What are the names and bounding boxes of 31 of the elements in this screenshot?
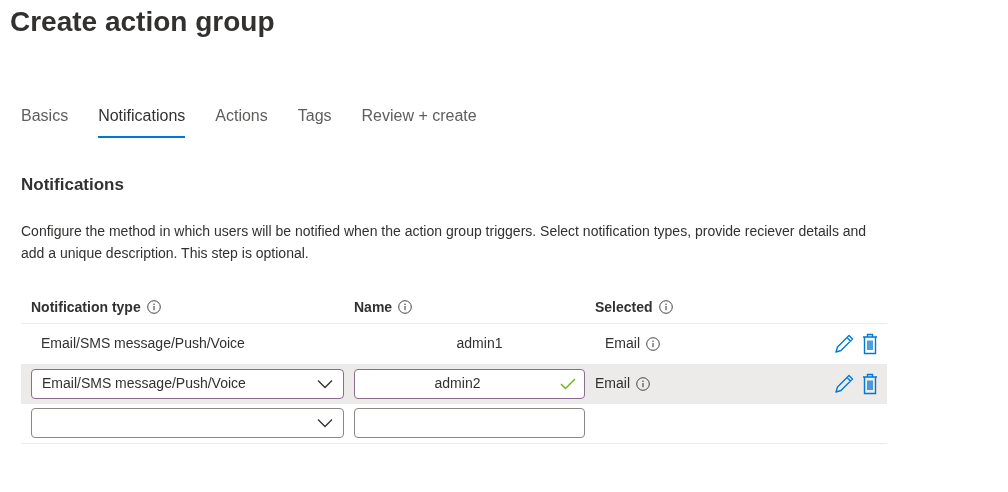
info-icon[interactable]	[398, 300, 413, 314]
chevron-down-icon	[317, 378, 333, 389]
info-icon[interactable]	[646, 336, 660, 351]
table-cell-text: Email	[605, 334, 640, 353]
page-title: Create action group	[10, 5, 275, 39]
section-heading: Notifications	[21, 174, 124, 196]
table-row[interactable]: Email/SMS message/Push/Voice admin2 Email	[21, 363, 887, 404]
type-dropdown[interactable]: Email/SMS message/Push/Voice	[31, 368, 344, 399]
chevron-down-icon	[317, 418, 333, 428]
table-cell-text: Email/SMS message/Push/Voice	[41, 334, 246, 353]
column-header: Selected	[595, 297, 653, 317]
tab[interactable]: Notifications	[98, 104, 186, 138]
section-description: Configure the method in which users will be notified when the action group triggers. Select notification types, provide reciever details and add a unique description. This step is optional.	[21, 221, 868, 263]
column-header: Notification type	[31, 297, 141, 317]
column-header: Name	[354, 297, 393, 317]
delete-icon[interactable]	[861, 332, 879, 355]
tab[interactable]: Review + create	[361, 104, 477, 138]
name-field[interactable]: admin2	[354, 368, 585, 399]
table-cell-text: admin1	[455, 334, 504, 353]
type-dropdown[interactable]	[31, 408, 344, 438]
name-field[interactable]	[354, 408, 585, 438]
tab[interactable]: Basics	[21, 104, 69, 138]
delete-icon[interactable]	[861, 372, 879, 395]
info-icon[interactable]	[146, 300, 161, 314]
edit-icon[interactable]	[833, 332, 855, 355]
info-icon[interactable]	[636, 376, 650, 391]
table-cell-text: Email	[595, 374, 630, 393]
tab[interactable]: Tags	[297, 104, 332, 138]
edit-icon[interactable]	[833, 372, 855, 395]
tab[interactable]: Actions	[215, 104, 268, 138]
info-icon[interactable]	[658, 300, 673, 314]
